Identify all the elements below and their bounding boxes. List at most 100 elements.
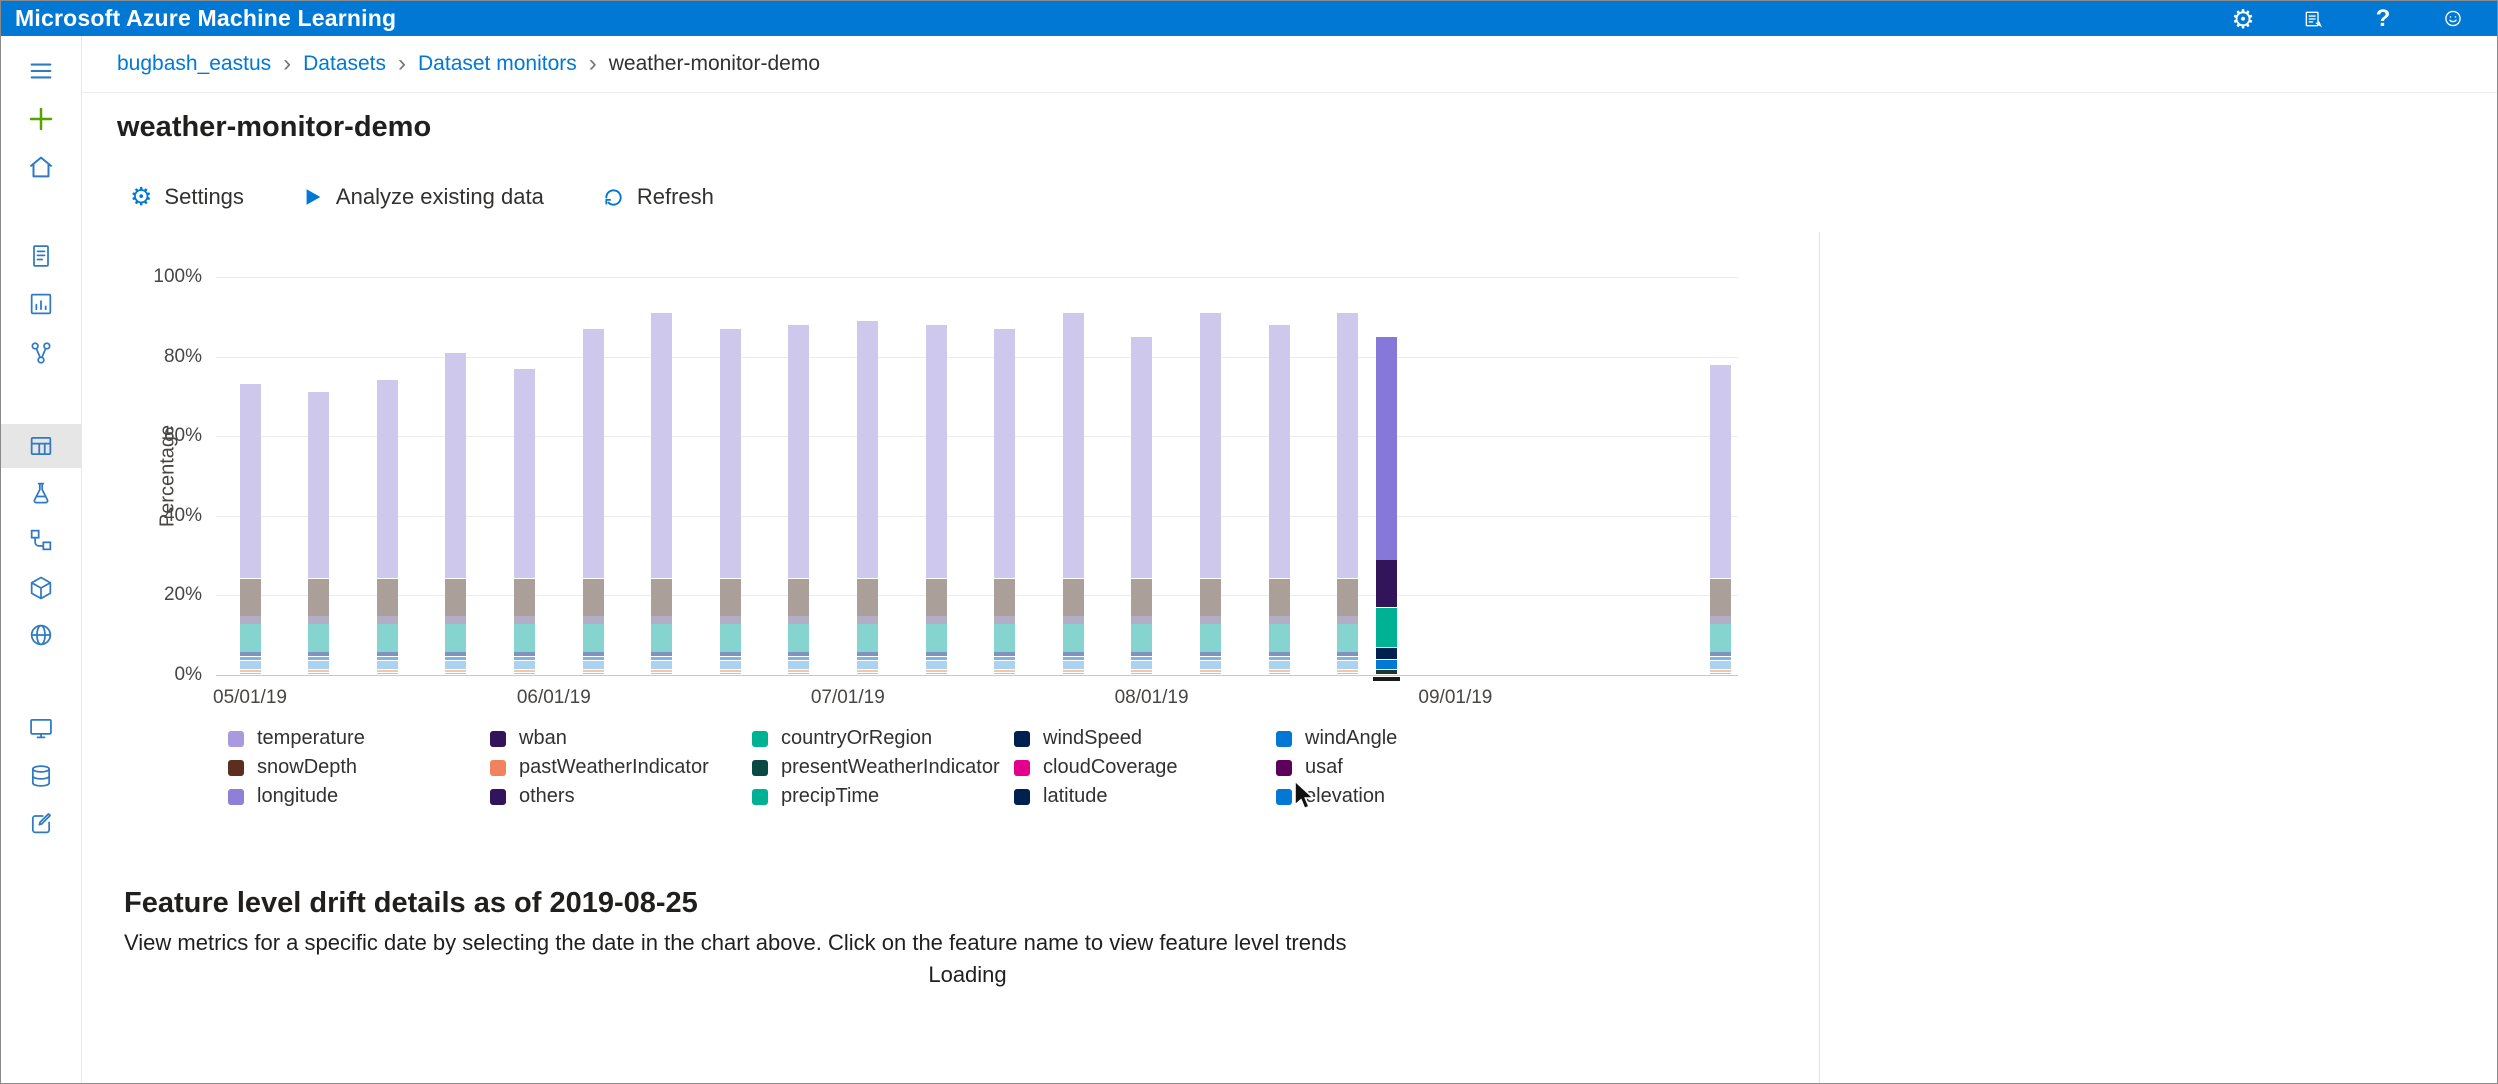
legend-label[interactable]: windSpeed xyxy=(1043,727,1142,750)
bar-segment-elevation xyxy=(1062,661,1084,670)
chart-bar[interactable] xyxy=(513,232,535,675)
sidebar-item-endpoints[interactable] xyxy=(1,613,81,657)
settings-button[interactable]: ⚙ Settings xyxy=(124,183,250,211)
breadcrumb-datasets-link[interactable]: Datasets xyxy=(303,52,386,76)
analyze-existing-data-button[interactable]: Analyze existing data xyxy=(296,183,550,211)
chart-bar[interactable] xyxy=(582,232,604,675)
bar-segment-cloudCoverage xyxy=(651,673,673,675)
bar-segment-precipTime xyxy=(1199,624,1221,652)
sidebar-item-notebooks[interactable] xyxy=(1,234,81,278)
sidebar-item-models[interactable] xyxy=(1,566,81,610)
legend-item-pastWeatherIndicator[interactable]: pastWeatherIndicator xyxy=(490,756,752,779)
legend-label[interactable]: pastWeatherIndicator xyxy=(519,756,709,779)
legend-item-presentWeatherIndicator[interactable]: presentWeatherIndicator xyxy=(752,756,1014,779)
legend-item-countryOrRegion[interactable]: countryOrRegion xyxy=(752,727,1014,750)
bar-segment-precipTime xyxy=(376,624,398,652)
menu-hamburger-icon[interactable] xyxy=(1,49,81,93)
chart-bar[interactable] xyxy=(1199,232,1221,675)
chart-bar[interactable] xyxy=(1062,232,1084,675)
legend-item-cloudCoverage[interactable]: cloudCoverage xyxy=(1014,756,1276,779)
left-nav-sidebar xyxy=(1,36,82,1083)
chart-bar[interactable] xyxy=(308,232,330,675)
bar-segment-elevation xyxy=(513,661,535,670)
sidebar-item-data-labeling[interactable] xyxy=(1,801,81,845)
legend-item-longitude[interactable]: longitude xyxy=(228,785,490,808)
chart-bar[interactable] xyxy=(376,232,398,675)
settings-gear-icon[interactable]: ⚙ xyxy=(2227,3,2259,35)
bar-segment-others xyxy=(788,616,810,624)
smiley-feedback-icon[interactable] xyxy=(2437,3,2469,35)
legend-label[interactable]: others xyxy=(519,785,575,808)
help-icon[interactable]: ? xyxy=(2367,3,2399,35)
chart-bar[interactable] xyxy=(1131,232,1153,675)
bar-segment-pastWeatherIndicator xyxy=(445,670,467,673)
chart-bar[interactable] xyxy=(1376,232,1398,675)
legend-swatch-icon xyxy=(752,788,768,805)
breadcrumb-workspace-link[interactable]: bugbash_eastus xyxy=(117,52,271,76)
refresh-button[interactable]: Refresh xyxy=(596,183,720,211)
chart-bar[interactable] xyxy=(1268,232,1290,675)
sidebar-item-pipelines[interactable] xyxy=(1,518,81,562)
chart-bar[interactable] xyxy=(719,232,741,675)
chart-bar[interactable] xyxy=(651,232,673,675)
new-plus-icon[interactable] xyxy=(1,97,81,141)
bar-segment-others xyxy=(308,616,330,624)
chart-bar[interactable] xyxy=(1337,232,1359,675)
chart-bar[interactable] xyxy=(1709,232,1731,675)
chart-bar[interactable] xyxy=(994,232,1016,675)
drift-chart[interactable]: Percentage 0% 20% 40% 60% 80% 100% 05/01/19 06/… xyxy=(116,232,1819,712)
bar-segment-others xyxy=(994,616,1016,624)
legend-item-snowDepth[interactable]: snowDepth xyxy=(228,756,490,779)
bar-segment-windAngle xyxy=(719,657,741,661)
sidebar-item-compute[interactable] xyxy=(1,706,81,750)
legend-swatch-icon xyxy=(490,759,506,776)
bar-segment-temperature xyxy=(1062,312,1084,578)
chart-bar[interactable] xyxy=(925,232,947,675)
chart-bar[interactable] xyxy=(856,232,878,675)
bar-segment-windAngle xyxy=(1709,657,1731,661)
bar-segment-temperature xyxy=(925,324,947,578)
legend-label[interactable]: countryOrRegion xyxy=(781,727,932,750)
sidebar-item-home[interactable] xyxy=(1,145,81,189)
bar-segment-cloudCoverage xyxy=(788,673,810,675)
sidebar-item-designer[interactable] xyxy=(1,331,81,375)
chart-bar[interactable] xyxy=(239,232,261,675)
sidebar-item-datasets[interactable] xyxy=(1,424,81,468)
legend-item-temperature[interactable]: temperature xyxy=(228,727,490,750)
legend-item-usaf[interactable]: usaf xyxy=(1276,756,1538,779)
legend-item-wban[interactable]: wban xyxy=(490,727,752,750)
bar-segment-snowDepth xyxy=(513,578,535,616)
legend-label[interactable]: presentWeatherIndicator xyxy=(781,756,1000,779)
sidebar-item-datastores[interactable] xyxy=(1,754,81,798)
legend-label[interactable]: latitude xyxy=(1043,785,1108,808)
bar-segment-latitude xyxy=(719,652,741,657)
bar-segment-snowDepth xyxy=(1709,578,1731,616)
legend-label[interactable]: usaf xyxy=(1305,756,1343,779)
sidebar-item-experiments[interactable] xyxy=(1,471,81,515)
bar-segment-latitude xyxy=(513,652,535,657)
legend-item-windSpeed[interactable]: windSpeed xyxy=(1014,727,1276,750)
legend-label[interactable]: windAngle xyxy=(1305,727,1397,750)
bar-segment-snowDepth xyxy=(445,578,467,616)
bar-segment-windAngle xyxy=(1268,657,1290,661)
legend-label[interactable]: temperature xyxy=(257,727,365,750)
legend-label[interactable]: precipTime xyxy=(781,785,879,808)
legend-item-windAngle[interactable]: windAngle xyxy=(1276,727,1538,750)
chart-bar[interactable] xyxy=(788,232,810,675)
breadcrumb-dataset-monitors-link[interactable]: Dataset monitors xyxy=(418,52,577,76)
bar-segment-elevation xyxy=(719,661,741,670)
chart-bar[interactable] xyxy=(445,232,467,675)
legend-item-precipTime[interactable]: precipTime xyxy=(752,785,1014,808)
bar-segment-cloudCoverage xyxy=(1709,673,1731,675)
legend-label[interactable]: wban xyxy=(519,727,567,750)
monitor-toolbar: ⚙ Settings Analyze existing data Refresh xyxy=(124,183,720,211)
bar-segment-windAngle xyxy=(1337,657,1359,661)
legend-label[interactable]: snowDepth xyxy=(257,756,357,779)
legend-item-latitude[interactable]: latitude xyxy=(1014,785,1276,808)
legend-item-others[interactable]: others xyxy=(490,785,752,808)
bar-segment-precipTime xyxy=(1709,624,1731,652)
feedback-form-icon[interactable] xyxy=(2297,3,2329,35)
legend-label[interactable]: cloudCoverage xyxy=(1043,756,1178,779)
legend-label[interactable]: longitude xyxy=(257,785,338,808)
sidebar-item-automated-ml[interactable] xyxy=(1,282,81,326)
